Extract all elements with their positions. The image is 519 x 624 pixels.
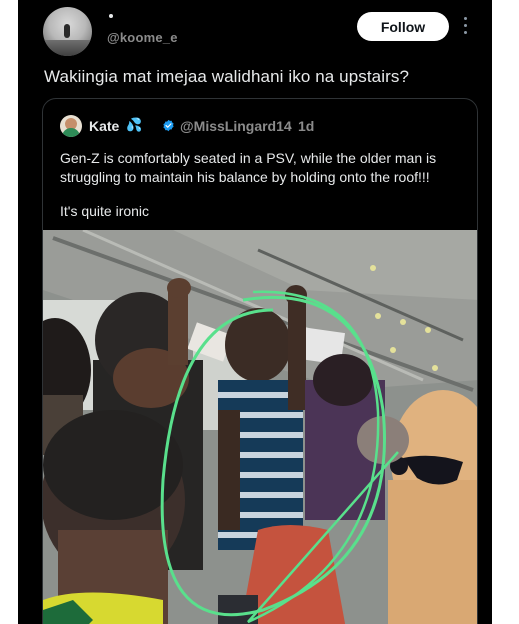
tweet-text: Wakiingia mat imejaa walidhani iko na up… (44, 67, 410, 86)
follow-button[interactable]: Follow (357, 12, 449, 41)
tweet-card: @koome_e Follow Wakiingia mat imejaa wal… (18, 0, 492, 624)
quoted-name-emoji-splash: 💦 (126, 117, 143, 132)
quoted-photo[interactable] (43, 230, 477, 624)
quoted-tweet[interactable]: Kate 💦 😍 @MissLingard14 · 1d Gen-Z is co… (42, 98, 478, 624)
quoted-name-emoji-heart-eyes: 😍 (143, 117, 157, 132)
quoted-avatar[interactable] (60, 115, 82, 137)
avatar[interactable] (43, 7, 92, 56)
author-handle[interactable]: @koome_e (107, 30, 178, 45)
tweet-header: @koome_e Follow (18, 0, 492, 56)
more-icon[interactable] (464, 17, 468, 35)
bus-interior-photo (43, 230, 477, 624)
quoted-timestamp[interactable]: 1d (298, 118, 314, 134)
quoted-display-name[interactable]: Kate (89, 118, 119, 134)
quoted-text-secondary: It's quite ironic (60, 203, 150, 219)
quoted-separator: · (288, 118, 293, 134)
display-name-dot (109, 14, 113, 18)
verified-icon (163, 119, 174, 132)
quoted-text: Gen-Z is comfortably seated in a PSV, wh… (60, 150, 437, 185)
quoted-handle[interactable]: @MissLingard14 (180, 118, 292, 134)
